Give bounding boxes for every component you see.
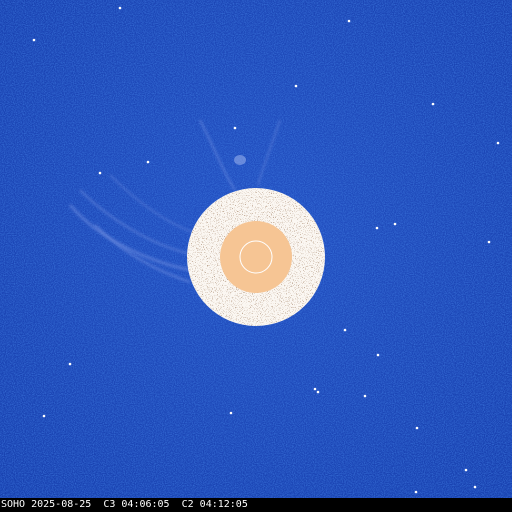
star bbox=[32, 38, 36, 42]
star bbox=[118, 6, 122, 10]
sun-disk bbox=[220, 221, 292, 293]
star bbox=[415, 426, 419, 430]
star bbox=[431, 102, 435, 106]
star bbox=[233, 126, 237, 130]
star bbox=[496, 141, 500, 145]
star bbox=[294, 84, 298, 88]
star bbox=[146, 160, 150, 164]
star bbox=[393, 222, 397, 226]
star bbox=[347, 19, 351, 23]
star bbox=[375, 226, 379, 230]
star bbox=[487, 240, 491, 244]
star bbox=[316, 390, 320, 394]
star bbox=[313, 387, 317, 391]
star bbox=[363, 394, 367, 398]
star bbox=[473, 485, 477, 489]
star bbox=[98, 171, 102, 175]
star bbox=[464, 468, 468, 472]
star bbox=[229, 411, 233, 415]
star bbox=[343, 328, 347, 332]
star bbox=[414, 490, 418, 494]
coronagraph-frame: SOHO 2025-08-25 C3 04:06:05 C2 04:12:05 bbox=[0, 0, 512, 512]
coronagraph-image bbox=[0, 0, 512, 508]
star bbox=[42, 414, 46, 418]
star bbox=[68, 362, 72, 366]
star bbox=[376, 353, 380, 357]
bright-blob bbox=[234, 155, 246, 165]
caption-text: SOHO 2025-08-25 C3 04:06:05 C2 04:12:05 bbox=[1, 499, 248, 510]
